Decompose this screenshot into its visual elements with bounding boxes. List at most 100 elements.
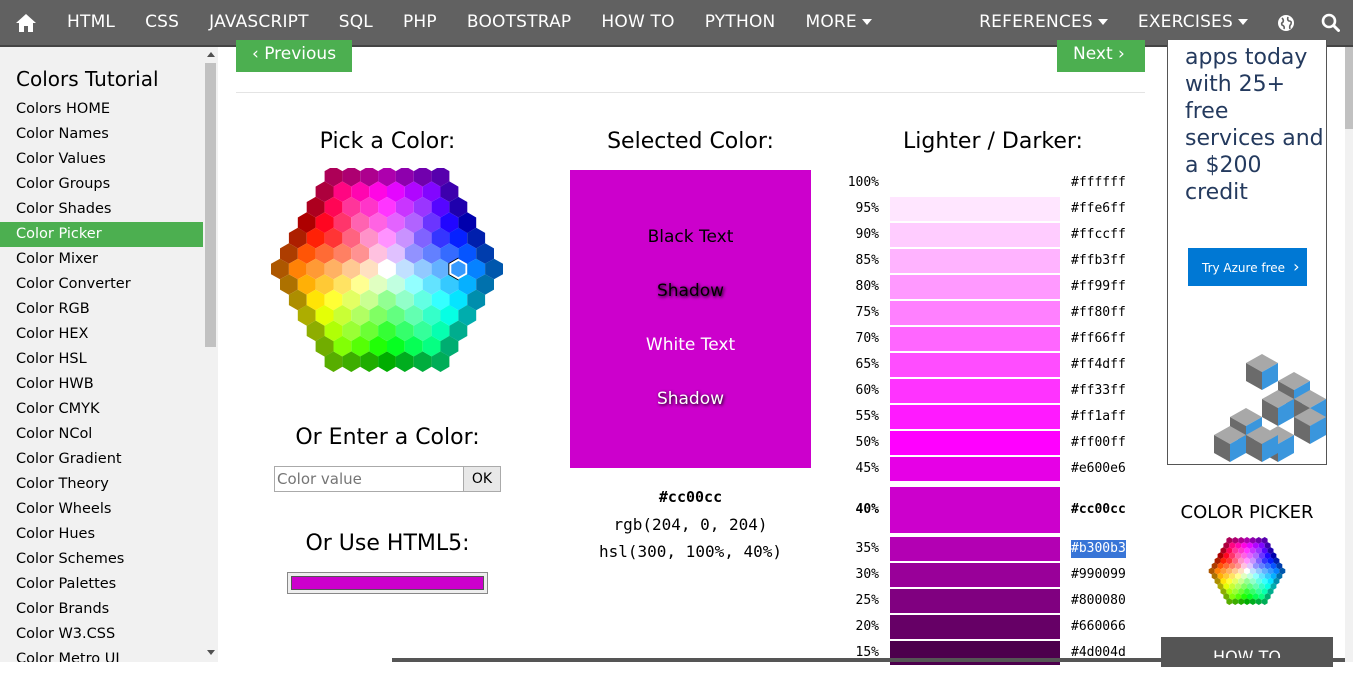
sidebar-item[interactable]: Color HWB — [0, 372, 203, 397]
shade-row[interactable]: 55% #ff1aff — [846, 405, 1146, 429]
nav-python[interactable]: PYTHON — [690, 0, 791, 45]
scroll-up-icon[interactable] — [207, 52, 215, 57]
shade-hex: #ff99ff — [1071, 279, 1126, 294]
shade-row[interactable]: 30% #990099 — [846, 563, 1146, 587]
shade-swatch[interactable] — [890, 223, 1060, 247]
translate-button[interactable] — [1263, 0, 1308, 45]
shade-hex: #ffe6ff — [1071, 201, 1126, 216]
color-value-input[interactable] — [274, 466, 464, 492]
sidebar-item[interactable]: Color Values — [0, 147, 203, 172]
shade-row[interactable]: 95% #ffe6ff — [846, 197, 1146, 221]
html5-color-input[interactable] — [287, 572, 488, 594]
shade-swatch[interactable] — [890, 589, 1060, 613]
shade-row[interactable]: 70% #ff66ff — [846, 327, 1146, 351]
sidebar-item[interactable]: Color NCol — [0, 422, 203, 447]
shade-swatch[interactable] — [890, 537, 1060, 561]
shade-row[interactable]: 45% #e600e6 — [846, 457, 1146, 481]
sidebar-title: Colors Tutorial — [16, 67, 159, 91]
shade-row[interactable]: 25% #800080 — [846, 589, 1146, 613]
shade-swatch[interactable] — [890, 249, 1060, 273]
sidebar-item[interactable]: Color Theory — [0, 472, 203, 497]
sidebar-item[interactable]: Color Metro UI — [0, 647, 203, 662]
shade-row[interactable]: 60% #ff33ff — [846, 379, 1146, 403]
nav-howto[interactable]: HOW TO — [586, 0, 689, 45]
sidebar-item[interactable]: Color RGB — [0, 297, 203, 322]
sidebar-item[interactable]: Color Hues — [0, 522, 203, 547]
sidebar-scrollbar[interactable] — [203, 47, 218, 662]
sidebar-item[interactable]: Colors HOME — [0, 97, 203, 122]
sidebar-item[interactable]: Color Shades — [0, 197, 203, 222]
nav-sql[interactable]: SQL — [324, 0, 388, 45]
nav-bootstrap[interactable]: BOOTSTRAP — [452, 0, 587, 45]
shade-swatch[interactable] — [890, 487, 1060, 533]
sidebar-item[interactable]: Color W3.CSS — [0, 622, 203, 647]
color-picker-promo-icon[interactable] — [1207, 537, 1287, 605]
try-azure-button[interactable]: Try Azure free › — [1188, 248, 1307, 286]
sidebar-item[interactable]: Color Palettes — [0, 572, 203, 597]
shade-swatch[interactable] — [890, 327, 1060, 351]
howto-promo[interactable]: HOW TO — [1161, 637, 1333, 667]
shade-row[interactable]: 85% #ffb3ff — [846, 249, 1146, 273]
shade-row[interactable]: 40% #cc00cc — [846, 487, 1146, 533]
sidebar-item[interactable]: Color Brands — [0, 597, 203, 622]
sidebar-scroll-thumb[interactable] — [205, 63, 216, 347]
search-button[interactable] — [1308, 0, 1353, 45]
home-icon — [16, 13, 36, 32]
next-button[interactable]: Next › — [1057, 40, 1145, 72]
home-button[interactable] — [0, 0, 52, 45]
nav-javascript[interactable]: JAVASCRIPT — [194, 0, 324, 45]
nav-php[interactable]: PHP — [388, 0, 452, 45]
shade-percent: 60% — [855, 383, 879, 398]
shade-swatch[interactable] — [890, 197, 1060, 221]
selected-hex-value: #cc00cc — [658, 488, 723, 506]
sidebar-item[interactable]: Color HSL — [0, 347, 203, 372]
ok-button[interactable]: OK — [463, 466, 501, 492]
advertisement[interactable]: apps today with 25+ free services and a … — [1167, 40, 1327, 465]
shade-row[interactable]: 80% #ff99ff — [846, 275, 1146, 299]
shade-swatch[interactable] — [890, 431, 1060, 455]
sidebar-item[interactable]: Color Converter — [0, 272, 203, 297]
shade-swatch[interactable] — [890, 301, 1060, 325]
sidebar-item[interactable]: Color Names — [0, 122, 203, 147]
color-picker-promo-title[interactable]: COLOR PICKER — [1167, 502, 1327, 523]
nav-more[interactable]: MORE — [790, 0, 886, 45]
shade-swatch[interactable] — [890, 457, 1060, 481]
shade-swatch[interactable] — [890, 379, 1060, 403]
shade-row[interactable]: 50% #ff00ff — [846, 431, 1146, 455]
sidebar-item[interactable]: Color Groups — [0, 172, 203, 197]
divider — [236, 92, 1145, 93]
shade-row[interactable]: 100% #ffffff — [846, 171, 1146, 195]
scroll-down-icon[interactable] — [207, 650, 215, 655]
sidebar-item[interactable]: Color Schemes — [0, 547, 203, 572]
shade-swatch[interactable] — [890, 405, 1060, 429]
shade-swatch[interactable] — [890, 275, 1060, 299]
chevron-right-icon: › — [1293, 257, 1300, 276]
shade-swatch[interactable] — [890, 563, 1060, 587]
ad-text: apps today with 25+ free services and a … — [1185, 45, 1324, 205]
sidebar-item[interactable]: Color Mixer — [0, 247, 203, 272]
shade-row[interactable]: 75% #ff80ff — [846, 301, 1146, 325]
sidebar-item[interactable]: Color Picker — [0, 222, 203, 247]
sidebar-item[interactable]: Color CMYK — [0, 397, 203, 422]
shade-row[interactable]: 90% #ffccff — [846, 223, 1146, 247]
previous-button[interactable]: ‹ Previous — [236, 40, 353, 72]
sidebar-item[interactable]: Color Gradient — [0, 447, 203, 472]
black-text-sample: Black Text — [647, 227, 734, 247]
nav-exercises[interactable]: EXERCISES — [1123, 0, 1263, 45]
shade-swatch[interactable] — [890, 353, 1060, 377]
shade-row[interactable]: 65% #ff4dff — [846, 353, 1146, 377]
color-hexagon-map[interactable] — [265, 168, 510, 372]
nav-references[interactable]: REFERENCES — [964, 0, 1123, 45]
sidebar-item[interactable]: Color Wheels — [0, 497, 203, 522]
page-scroll-thumb[interactable] — [1345, 47, 1353, 129]
shade-swatch[interactable] — [890, 171, 1060, 195]
shade-row[interactable]: 35% #b300b3 — [846, 537, 1146, 561]
shade-swatch[interactable] — [890, 615, 1060, 639]
page-scrollbar[interactable] — [1345, 47, 1353, 662]
selected-color-box: Black Text Shadow White Text Shadow — [570, 170, 811, 468]
nav-html[interactable]: HTML — [52, 0, 130, 45]
sidebar-item[interactable]: Color HEX — [0, 322, 203, 347]
horizontal-scrollbar[interactable] — [392, 658, 1345, 662]
nav-css[interactable]: CSS — [130, 0, 194, 45]
shade-row[interactable]: 20% #660066 — [846, 615, 1146, 639]
